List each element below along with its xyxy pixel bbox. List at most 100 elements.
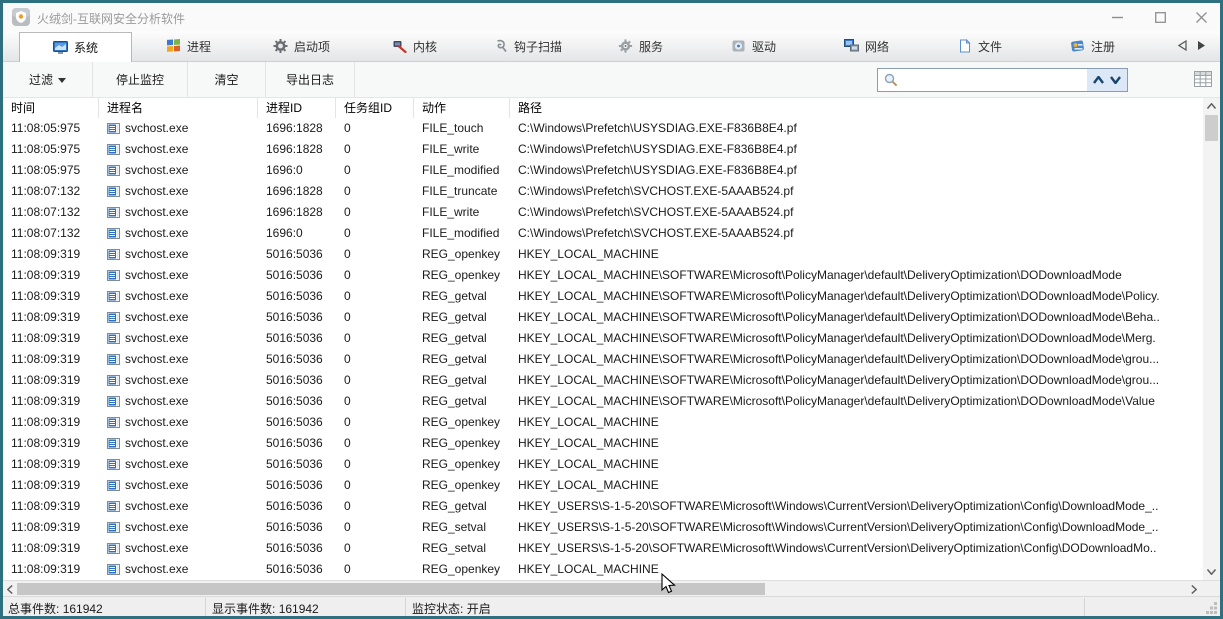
- horizontal-scrollbar[interactable]: [3, 580, 1220, 596]
- cell-process: svchost.exe: [99, 496, 258, 517]
- clear-button[interactable]: 清空: [188, 62, 266, 97]
- table-row[interactable]: 11:08:07:132 svchost.exe 1696:1828 0 FIL…: [3, 202, 1203, 223]
- tab-registry[interactable]: 注册: [1036, 31, 1149, 61]
- tab-hook-scan[interactable]: 钩子扫描: [471, 31, 584, 61]
- column-header-taskgroup[interactable]: 任务组ID: [336, 98, 414, 118]
- cell-action: REG_openkey: [414, 412, 510, 433]
- vertical-scrollbar[interactable]: [1203, 98, 1220, 580]
- driver-icon: [731, 39, 746, 53]
- cell-pid: 5016:5036: [258, 496, 336, 517]
- table-row[interactable]: 11:08:09:319 svchost.exe 5016:5036 0 REG…: [3, 454, 1203, 475]
- table-row[interactable]: 11:08:09:319 svchost.exe 5016:5036 0 REG…: [3, 265, 1203, 286]
- tab-network[interactable]: 网络: [810, 31, 923, 61]
- scroll-up-button[interactable]: [1203, 98, 1220, 114]
- table-row[interactable]: 11:08:09:319 svchost.exe 5016:5036 0 REG…: [3, 559, 1203, 580]
- cell-pid: 5016:5036: [258, 244, 336, 265]
- tab-startup[interactable]: 启动项: [245, 31, 358, 61]
- table-row[interactable]: 11:08:07:132 svchost.exe 1696:0 0 FILE_m…: [3, 223, 1203, 244]
- scroll-left-button[interactable]: [3, 581, 17, 597]
- cell-taskgroup: 0: [336, 181, 414, 202]
- process-exe-icon: [107, 459, 120, 470]
- process-name: svchost.exe: [125, 496, 188, 517]
- column-settings-button[interactable]: [1192, 69, 1214, 89]
- column-header-process[interactable]: 进程名: [99, 98, 258, 118]
- cell-action: FILE_write: [414, 139, 510, 160]
- process-name: svchost.exe: [125, 349, 188, 370]
- process-exe-icon: [107, 501, 120, 512]
- cell-time: 11:08:07:132: [3, 181, 99, 202]
- filter-button[interactable]: 过滤: [3, 62, 93, 97]
- title-bar: 火绒剑-互联网安全分析软件: [3, 3, 1220, 31]
- column-header-pid[interactable]: 进程ID: [258, 98, 336, 118]
- table-row[interactable]: 11:08:09:319 svchost.exe 5016:5036 0 REG…: [3, 517, 1203, 538]
- scroll-right-button[interactable]: [1187, 581, 1201, 597]
- minimize-button[interactable]: [1100, 3, 1134, 31]
- search-input[interactable]: [904, 70, 1087, 90]
- cell-pid: 5016:5036: [258, 559, 336, 580]
- grid-icon: [1194, 71, 1212, 87]
- system-monitor-icon: [53, 41, 68, 55]
- column-header-time[interactable]: 时间: [3, 98, 99, 118]
- status-separator: [205, 598, 206, 616]
- export-log-label: 导出日志: [286, 71, 334, 88]
- table-row[interactable]: 11:08:09:319 svchost.exe 5016:5036 0 REG…: [3, 412, 1203, 433]
- table-row[interactable]: 11:08:09:319 svchost.exe 5016:5036 0 REG…: [3, 349, 1203, 370]
- stop-monitor-label: 停止监控: [116, 71, 164, 88]
- scroll-down-button[interactable]: [1203, 564, 1220, 580]
- cell-pid: 5016:5036: [258, 349, 336, 370]
- table-row[interactable]: 11:08:09:319 svchost.exe 5016:5036 0 REG…: [3, 433, 1203, 454]
- table-row[interactable]: 11:08:09:319 svchost.exe 5016:5036 0 REG…: [3, 244, 1203, 265]
- tab-services[interactable]: 服务: [584, 31, 697, 61]
- cell-time: 11:08:09:319: [3, 349, 99, 370]
- table-row[interactable]: 11:08:09:319 svchost.exe 5016:5036 0 REG…: [3, 475, 1203, 496]
- cell-process: svchost.exe: [99, 475, 258, 496]
- vertical-scroll-thumb[interactable]: [1205, 115, 1218, 141]
- cell-time: 11:08:07:132: [3, 202, 99, 223]
- cell-path: HKEY_LOCAL_MACHINE: [510, 244, 1203, 265]
- resize-grip[interactable]: [1204, 600, 1218, 614]
- app-window: 火绒剑-互联网安全分析软件 系统: [0, 0, 1223, 619]
- table-row[interactable]: 11:08:05:975 svchost.exe 1696:1828 0 FIL…: [3, 118, 1203, 139]
- column-header-path[interactable]: 路径: [510, 98, 1203, 118]
- tab-kernel[interactable]: 内核: [358, 31, 471, 61]
- close-button[interactable]: [1184, 3, 1218, 31]
- tab-scroll-right-icon[interactable]: [1197, 40, 1206, 51]
- horizontal-scroll-thumb[interactable]: [17, 583, 765, 595]
- table-row[interactable]: 11:08:09:319 svchost.exe 5016:5036 0 REG…: [3, 538, 1203, 559]
- table-row[interactable]: 11:08:09:319 svchost.exe 5016:5036 0 REG…: [3, 286, 1203, 307]
- table-row[interactable]: 11:08:09:319 svchost.exe 5016:5036 0 REG…: [3, 370, 1203, 391]
- table-row[interactable]: 11:08:09:319 svchost.exe 5016:5036 0 REG…: [3, 496, 1203, 517]
- hook-scan-icon: [493, 39, 508, 53]
- cell-path: C:\Windows\Prefetch\USYSDIAG.EXE-F836B8E…: [510, 139, 1203, 160]
- tab-process[interactable]: 进程: [132, 31, 245, 61]
- table-row[interactable]: 11:08:09:319 svchost.exe 5016:5036 0 REG…: [3, 391, 1203, 412]
- tab-drivers[interactable]: 驱动: [697, 31, 810, 61]
- cell-taskgroup: 0: [336, 517, 414, 538]
- maximize-button[interactable]: [1143, 3, 1177, 31]
- cell-taskgroup: 0: [336, 433, 414, 454]
- table-row[interactable]: 11:08:05:975 svchost.exe 1696:1828 0 FIL…: [3, 139, 1203, 160]
- cell-taskgroup: 0: [336, 475, 414, 496]
- tab-system[interactable]: 系统: [19, 32, 132, 62]
- table-row[interactable]: 11:08:09:319 svchost.exe 5016:5036 0 REG…: [3, 307, 1203, 328]
- search-box: [877, 68, 1128, 92]
- cell-path: C:\Windows\Prefetch\SVCHOST.EXE-5AAAB524…: [510, 223, 1203, 244]
- table-row[interactable]: 11:08:07:132 svchost.exe 1696:1828 0 FIL…: [3, 181, 1203, 202]
- process-name: svchost.exe: [125, 181, 188, 202]
- export-log-button[interactable]: 导出日志: [266, 62, 355, 97]
- cell-process: svchost.exe: [99, 538, 258, 559]
- search-next-icon[interactable]: [1110, 76, 1121, 84]
- table-row[interactable]: 11:08:09:319 svchost.exe 5016:5036 0 REG…: [3, 328, 1203, 349]
- process-name: svchost.exe: [125, 265, 188, 286]
- tab-scroll-left-icon[interactable]: [1178, 40, 1187, 51]
- search-prev-icon[interactable]: [1093, 76, 1104, 84]
- filter-label: 过滤: [29, 71, 53, 88]
- tab-label: 系统: [74, 39, 98, 56]
- tab-files[interactable]: 文件: [923, 31, 1036, 61]
- stop-monitor-button[interactable]: 停止监控: [93, 62, 188, 97]
- column-header-action[interactable]: 动作: [414, 98, 510, 118]
- table-row[interactable]: 11:08:05:975 svchost.exe 1696:0 0 FILE_m…: [3, 160, 1203, 181]
- cell-pid: 5016:5036: [258, 328, 336, 349]
- cell-time: 11:08:09:319: [3, 286, 99, 307]
- cell-process: svchost.exe: [99, 412, 258, 433]
